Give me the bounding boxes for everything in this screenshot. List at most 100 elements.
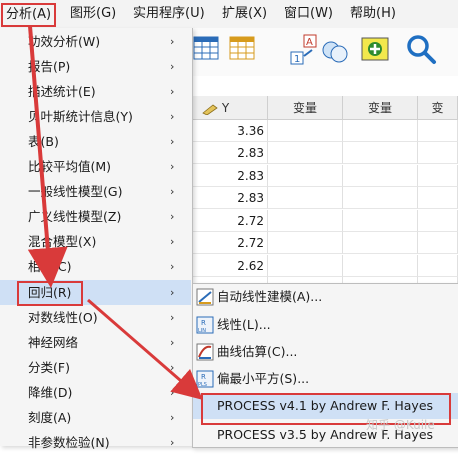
cell-empty[interactable]: [343, 142, 418, 164]
menu-item-bayesian-statistics[interactable]: 贝叶斯统计信息(Y) ›: [0, 104, 191, 129]
cell-empty[interactable]: [418, 120, 458, 142]
cell-y[interactable]: 2.62: [192, 255, 268, 277]
auto-linear-icon: [196, 288, 214, 306]
menu-item-compare-means[interactable]: 比较平均值(M) ›: [0, 154, 191, 179]
menu-item-neural-networks[interactable]: 神经网络 ›: [0, 330, 191, 355]
column-header-var[interactable]: 变: [418, 96, 458, 120]
analyze-menu: 功效分析(W) › 报告(P) › 描述统计(E) › 贝叶斯统计信息(Y) › 表(B) › 比较…: [0, 28, 193, 450]
cell-y[interactable]: 2.72: [192, 210, 268, 232]
menu-item-label: 回归(R): [28, 285, 72, 300]
cell-empty[interactable]: [343, 187, 418, 209]
menu-item-power-analysis[interactable]: 功效分析(W) ›: [0, 29, 191, 54]
cell-y[interactable]: 3.36: [192, 120, 268, 142]
chevron-right-icon: ›: [170, 436, 175, 449]
menu-item-regression[interactable]: 回归(R) ›: [0, 280, 191, 306]
chevron-right-icon: ›: [170, 85, 175, 98]
svg-text:R: R: [201, 319, 206, 327]
search-icon[interactable]: [404, 32, 436, 64]
cell-y[interactable]: 2.83: [192, 165, 268, 187]
variable-view-icon[interactable]: [228, 32, 258, 62]
cell-empty[interactable]: [343, 165, 418, 187]
cell-empty[interactable]: [343, 210, 418, 232]
menu-graphs[interactable]: 图形(G): [70, 5, 116, 23]
cell-empty[interactable]: [268, 210, 343, 232]
menu-extensions[interactable]: 扩展(X): [222, 5, 267, 23]
menu-window[interactable]: 窗口(W): [284, 5, 333, 23]
partial-least-squares-icon: R PLS: [196, 370, 214, 388]
cell-empty[interactable]: [343, 255, 418, 277]
cell-empty[interactable]: [268, 120, 343, 142]
menu-item-label: 刻度(A): [28, 410, 72, 425]
menu-item-label: 报告(P): [28, 59, 71, 74]
add-icon[interactable]: [360, 32, 390, 62]
chevron-right-icon: ›: [170, 286, 175, 299]
value-labels-icon[interactable]: A 1: [290, 32, 320, 65]
column-header-var[interactable]: 变量: [343, 96, 418, 120]
cell-empty[interactable]: [418, 142, 458, 164]
menu-item-scale[interactable]: 刻度(A) ›: [0, 405, 191, 430]
menu-item-label: 神经网络: [28, 335, 79, 350]
chevron-right-icon: ›: [170, 110, 175, 123]
chevron-right-icon: ›: [170, 235, 175, 248]
menu-item-generalized-linear-models[interactable]: 广义线性模型(Z) ›: [0, 204, 191, 229]
chevron-right-icon: ›: [170, 361, 175, 374]
toolbar: A 1: [192, 28, 458, 76]
menu-item-label: 表(B): [28, 134, 59, 149]
menu-item-label: 对数线性(O): [28, 310, 98, 325]
menu-item-label: 非参数检验(N): [28, 435, 110, 450]
submenu-item-linear[interactable]: R LIN 线性(L)...: [193, 312, 458, 338]
cell-empty[interactable]: [268, 165, 343, 187]
cell-empty[interactable]: [343, 120, 418, 142]
menu-item-label: 贝叶斯统计信息(Y): [28, 109, 133, 124]
column-header-y[interactable]: Y: [192, 96, 268, 120]
menu-item-label: 功效分析(W): [28, 34, 101, 49]
column-header-var[interactable]: 变量: [268, 96, 343, 120]
chevron-right-icon: ›: [170, 260, 175, 273]
menu-item-label: 广义线性模型(Z): [28, 209, 122, 224]
cell-empty[interactable]: [268, 232, 343, 254]
cell-empty[interactable]: [418, 210, 458, 232]
svg-text:R: R: [201, 373, 206, 381]
menu-item-tables[interactable]: 表(B) ›: [0, 129, 191, 154]
menu-analyze[interactable]: 分析(A): [1, 3, 57, 27]
chevron-right-icon: ›: [170, 386, 175, 399]
menu-item-descriptive-statistics[interactable]: 描述统计(E) ›: [0, 79, 191, 104]
cell-empty[interactable]: [418, 255, 458, 277]
menu-item-nonparametric-tests[interactable]: 非参数检验(N) ›: [0, 430, 191, 455]
cell-y[interactable]: 2.72: [192, 232, 268, 254]
svg-text:A: A: [306, 37, 313, 48]
menu-item-classify[interactable]: 分类(F) ›: [0, 355, 191, 380]
cell-empty[interactable]: [268, 187, 343, 209]
chevron-right-icon: ›: [170, 411, 175, 424]
chevron-right-icon: ›: [170, 135, 175, 148]
use-sets-icon[interactable]: [320, 32, 350, 63]
submenu-item-auto-linear[interactable]: 自动线性建模(A)...: [193, 284, 458, 310]
menu-item-loglinear[interactable]: 对数线性(O) ›: [0, 305, 191, 330]
menu-item-correlate[interactable]: 相关(C) ›: [0, 254, 191, 279]
menu-item-general-linear-model[interactable]: 一般线性模型(G) ›: [0, 179, 191, 204]
cell-empty[interactable]: [418, 165, 458, 187]
watermark: 知乎 @Kuile: [366, 418, 435, 432]
cell-y[interactable]: 2.83: [192, 187, 268, 209]
cell-y[interactable]: 2.83: [192, 142, 268, 164]
menu-item-reports[interactable]: 报告(P) ›: [0, 54, 191, 79]
cell-empty[interactable]: [343, 232, 418, 254]
menu-item-dimension-reduction[interactable]: 降维(D) ›: [0, 380, 191, 405]
cell-empty[interactable]: [268, 255, 343, 277]
chevron-right-icon: ›: [170, 336, 175, 349]
cell-empty[interactable]: [418, 187, 458, 209]
chevron-right-icon: ›: [170, 35, 175, 48]
submenu-item-pls[interactable]: R PLS 偏最小平方(S)...: [193, 366, 458, 392]
menu-item-mixed-models[interactable]: 混合模型(X) ›: [0, 229, 191, 254]
submenu-item-curve-estimation[interactable]: 曲线估算(C)...: [193, 339, 458, 365]
menu-utilities[interactable]: 实用程序(U): [133, 5, 205, 23]
linear-icon: R LIN: [196, 316, 214, 334]
cell-empty[interactable]: [418, 232, 458, 254]
chevron-right-icon: ›: [170, 160, 175, 173]
svg-text:1: 1: [294, 54, 300, 65]
menu-item-label: 描述统计(E): [28, 84, 96, 99]
cell-empty[interactable]: [268, 142, 343, 164]
data-view-icon[interactable]: [192, 32, 222, 62]
menu-item-label: 分类(F): [28, 360, 70, 375]
menu-help[interactable]: 帮助(H): [350, 5, 396, 23]
